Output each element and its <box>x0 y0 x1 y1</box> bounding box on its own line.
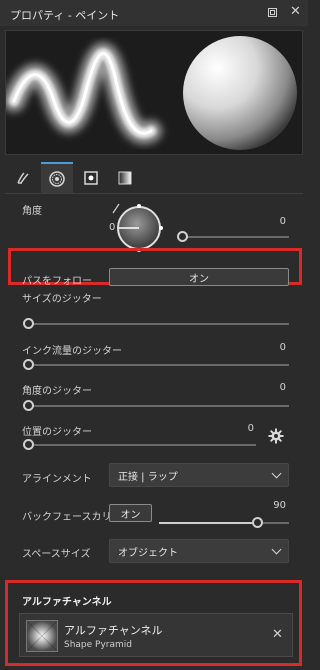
alpha-channel-card[interactable]: アルファチャンネル Shape Pyramid ✕ <box>19 613 293 657</box>
alpha-channel-name: アルファチャンネル <box>64 624 163 637</box>
ink-flow-jitter-knob[interactable] <box>23 359 34 370</box>
angle-jitter-value: 0 <box>279 382 286 393</box>
square-dot-icon <box>84 170 98 185</box>
angle-slider-knob[interactable] <box>177 231 188 242</box>
position-jitter-value: 0 <box>247 423 254 434</box>
window-title: プロパティ - ペイント <box>10 9 120 22</box>
backface-culling-toggle[interactable]: オン <box>109 504 152 522</box>
tab-square[interactable] <box>75 162 107 193</box>
maximize-icon[interactable] <box>268 8 277 17</box>
position-jitter-label: 位置のジッター <box>22 427 92 438</box>
tab-brush[interactable] <box>7 162 39 193</box>
tab-gradient[interactable] <box>109 162 141 193</box>
size-jitter-track[interactable] <box>28 323 289 325</box>
alignment-label: アラインメント <box>22 474 92 485</box>
gradient-icon <box>118 171 132 184</box>
alpha-thumbnail <box>26 620 58 652</box>
backface-culling-fill <box>159 522 257 524</box>
alpha-channel-header: アルファチャンネル <box>22 597 112 608</box>
tab-pattern[interactable] <box>41 162 73 193</box>
angle-jitter-label: 角度のジッター <box>22 386 92 397</box>
preview-sphere <box>183 36 297 150</box>
space-size-value: オブジェクト <box>118 547 178 559</box>
angle-dial-value: 0 <box>109 222 116 233</box>
size-jitter-knob[interactable] <box>23 318 34 329</box>
follow-path-toggle[interactable]: オン <box>109 268 289 286</box>
backface-culling-value: 90 <box>273 500 286 511</box>
tab-bar <box>5 160 303 194</box>
ink-flow-jitter-value: 0 <box>279 342 286 353</box>
position-jitter-track[interactable] <box>28 444 256 446</box>
angle-value: 0 <box>279 216 286 227</box>
alignment-dropdown[interactable]: 正接 | ラップ <box>109 463 289 487</box>
alpha-channel-shape: Shape Pyramid <box>64 640 132 650</box>
space-size-label: スペースサイズ <box>22 549 91 560</box>
angle-dial[interactable] <box>110 202 170 254</box>
position-jitter-knob[interactable] <box>23 439 34 450</box>
backface-culling-knob[interactable] <box>251 517 263 528</box>
preview-image <box>3 36 297 150</box>
chevron-down-icon <box>271 544 282 555</box>
close-icon[interactable]: ✕ <box>290 4 301 19</box>
follow-path-label: パスをフォロー <box>22 276 92 287</box>
angle-jitter-knob[interactable] <box>23 400 34 411</box>
space-size-dropdown[interactable]: オブジェクト <box>109 539 289 563</box>
ink-flow-jitter-label: インク流量のジッター <box>22 346 122 357</box>
angle-label: 角度 <box>22 206 42 217</box>
size-jitter-label: サイズのジッター <box>22 294 102 305</box>
brush-icon <box>17 171 29 184</box>
alignment-value: 正接 | ラップ <box>118 471 178 483</box>
chevron-down-icon <box>271 468 282 479</box>
ink-flow-jitter-track[interactable] <box>28 364 289 366</box>
brush-preview <box>3 30 303 155</box>
settings-gear-icon[interactable] <box>268 428 284 444</box>
angle-slider-track[interactable] <box>183 236 289 238</box>
angle-jitter-track[interactable] <box>28 405 289 407</box>
remove-icon[interactable]: ✕ <box>272 627 283 642</box>
backface-culling-track[interactable] <box>159 522 289 524</box>
pattern-icon <box>49 170 65 187</box>
